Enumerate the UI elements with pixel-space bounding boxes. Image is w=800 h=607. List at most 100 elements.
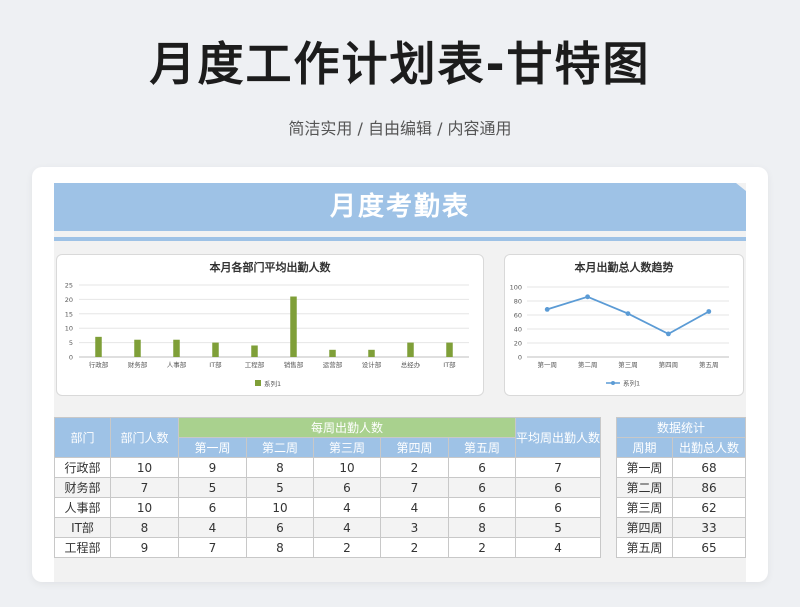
cell-week-1[interactable]: 6 <box>178 497 247 518</box>
sheet-banner: 月度考勤表 <box>54 183 746 231</box>
bar <box>290 296 297 357</box>
cell-dept[interactable]: IT部 <box>54 517 111 538</box>
y-tick-label: 20 <box>65 296 73 304</box>
legend-marker <box>611 381 615 385</box>
header-people: 部门人数 <box>110 417 179 458</box>
x-tick-label: 设计部 <box>362 360 382 369</box>
cell-week-5[interactable]: 6 <box>447 457 517 478</box>
cell-week-1[interactable]: 4 <box>178 517 247 538</box>
table-row: 行政部 10 9 8 10 2 6 7 <box>54 457 602 478</box>
cell-dept[interactable]: 行政部 <box>54 457 111 478</box>
cell-people[interactable]: 8 <box>110 517 179 538</box>
stats-cell-total[interactable]: 65 <box>671 537 746 558</box>
x-tick-label: 财务部 <box>128 360 148 369</box>
cell-week-3[interactable]: 2 <box>313 537 381 558</box>
stats-cell-total[interactable]: 86 <box>671 477 746 498</box>
line-chart-box[interactable]: 本月出勤总人数趋势 0 20 40 60 80 100 第一周 第二周 第三周 第四周 第五周 系列1 <box>504 254 744 396</box>
stats-cell-week[interactable]: 第五周 <box>616 537 673 558</box>
cell-week-5[interactable]: 6 <box>447 477 517 498</box>
x-tick-label: 第一周 <box>537 360 557 369</box>
cell-week-5[interactable]: 2 <box>447 537 517 558</box>
cell-week-5[interactable]: 8 <box>447 517 517 538</box>
x-tick-label: IT部 <box>209 360 222 369</box>
stats-cell-week[interactable]: 第二周 <box>616 477 673 498</box>
cell-week-3[interactable]: 10 <box>313 457 381 478</box>
x-tick-label: 第四周 <box>659 360 679 369</box>
legend-label: 系列1 <box>623 379 640 388</box>
y-tick-label: 80 <box>514 298 522 306</box>
x-tick-label: 人事部 <box>167 360 187 369</box>
stats-cell-total[interactable]: 62 <box>671 497 746 518</box>
stats-cell-week[interactable]: 第三周 <box>616 497 673 518</box>
cell-week-3[interactable]: 4 <box>313 517 381 538</box>
stats-header-total: 出勤总人数 <box>671 437 746 458</box>
chart-title: 本月各部门平均出勤人数 <box>210 260 332 274</box>
cell-week-4[interactable]: 4 <box>380 497 449 518</box>
stats-cell-total[interactable]: 33 <box>671 517 746 538</box>
bar <box>95 336 102 357</box>
legend-swatch <box>255 380 261 386</box>
bar <box>446 342 453 357</box>
table-row: 财务部 7 5 5 6 7 6 6 <box>54 477 602 498</box>
stats-row: 第二周 86 <box>616 477 746 498</box>
cell-week-1[interactable]: 7 <box>178 537 247 558</box>
x-tick-label: IT部 <box>443 360 456 369</box>
cell-dept[interactable]: 人事部 <box>54 497 111 518</box>
y-tick-label: 20 <box>514 340 522 348</box>
stats-cell-week[interactable]: 第四周 <box>616 517 673 538</box>
table-row: IT部 8 4 6 4 3 8 5 <box>54 517 602 538</box>
legend-label: 系列1 <box>264 379 281 388</box>
bar <box>251 345 258 357</box>
cell-week-4[interactable]: 2 <box>380 537 449 558</box>
bar <box>212 342 219 357</box>
cell-dept[interactable]: 财务部 <box>54 477 111 498</box>
cell-avg[interactable]: 4 <box>515 537 602 558</box>
y-tick-label: 0 <box>69 354 73 362</box>
x-tick-label: 第三周 <box>618 360 638 369</box>
cell-people[interactable]: 9 <box>110 537 179 558</box>
y-tick-label: 5 <box>69 339 73 347</box>
cell-week-4[interactable]: 3 <box>380 517 449 538</box>
spreadsheet: 月度考勤表 本月各部门平均出勤人数 0 5 10 15 20 25 行政部 财务部 人事部 IT部工… <box>54 183 746 582</box>
cell-dept[interactable]: 工程部 <box>54 537 111 558</box>
cell-avg[interactable]: 6 <box>515 477 602 498</box>
bar <box>134 339 141 357</box>
cell-week-3[interactable]: 6 <box>313 477 381 498</box>
cell-week-3[interactable]: 4 <box>313 497 381 518</box>
cell-week-2[interactable]: 6 <box>246 517 314 538</box>
header-weekly: 每周出勤人数 <box>177 417 517 438</box>
data-point <box>625 311 631 316</box>
cell-avg[interactable]: 6 <box>515 497 602 518</box>
cell-week-4[interactable]: 7 <box>380 477 449 498</box>
cell-week-2[interactable]: 10 <box>246 497 314 518</box>
stats-cell-week[interactable]: 第一周 <box>616 457 673 478</box>
stats-table: 数据统计 周期 出勤总人数 第一周 68 第二周 86 第三周 62 第四周 33 第五周 65 <box>615 417 746 558</box>
bar-chart-box[interactable]: 本月各部门平均出勤人数 0 5 10 15 20 25 行政部 财务部 人事部 IT部 工程部 销售部 运… <box>56 254 484 396</box>
cell-avg[interactable]: 5 <box>515 517 602 538</box>
header-week-2: 第二周 <box>246 437 314 458</box>
header-week-3: 第三周 <box>313 437 381 458</box>
y-tick-label: 40 <box>514 326 522 334</box>
header-avg: 平均周出勤人数 <box>515 417 602 458</box>
attendance-table: 部门 部门人数 每周出勤人数 平均周出勤人数 第一周 第二周 第三周 第四周 第… <box>54 417 602 558</box>
y-tick-label: 100 <box>510 284 522 292</box>
cell-avg[interactable]: 7 <box>515 457 602 478</box>
data-point <box>706 309 712 314</box>
cell-week-2[interactable]: 5 <box>246 477 314 498</box>
header-dept: 部门 <box>54 417 111 458</box>
stats-cell-total[interactable]: 68 <box>671 457 746 478</box>
x-tick-label: 行政部 <box>89 360 109 369</box>
cell-week-1[interactable]: 5 <box>178 477 247 498</box>
cell-people[interactable]: 10 <box>110 457 179 478</box>
header-week-1: 第一周 <box>178 437 247 458</box>
cell-week-2[interactable]: 8 <box>246 537 314 558</box>
cell-week-4[interactable]: 2 <box>380 457 449 478</box>
x-tick-label: 第五周 <box>699 360 719 369</box>
cell-week-5[interactable]: 6 <box>447 497 517 518</box>
cell-week-1[interactable]: 9 <box>178 457 247 478</box>
x-tick-label: 工程部 <box>245 360 265 369</box>
cell-people[interactable]: 7 <box>110 477 179 498</box>
table-row: 工程部 9 7 8 2 2 2 4 <box>54 537 602 558</box>
cell-people[interactable]: 10 <box>110 497 179 518</box>
cell-week-2[interactable]: 8 <box>246 457 314 478</box>
